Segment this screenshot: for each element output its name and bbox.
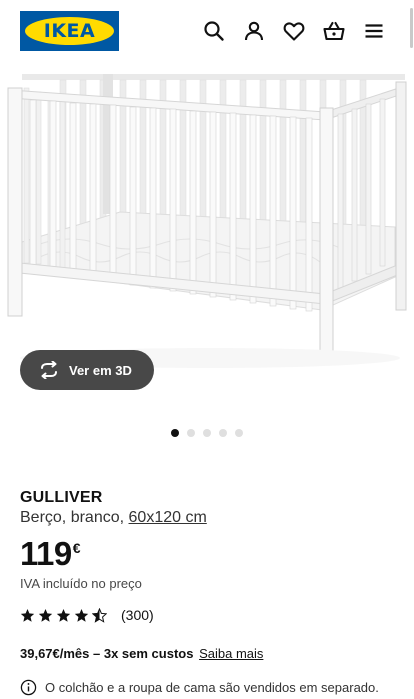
product-name: GULLIVER: [20, 489, 103, 506]
gallery-dot[interactable]: [219, 429, 227, 437]
product-rating[interactable]: (300): [20, 607, 154, 623]
financing-info: 39,67€/mês – 3x sem custos Saiba mais: [20, 646, 263, 661]
view-3d-button[interactable]: Ver em 3D: [20, 350, 154, 390]
rotate-3d-icon: [41, 361, 57, 379]
financing-text: 39,67€/mês – 3x sem custos: [20, 646, 194, 661]
user-icon[interactable]: [242, 19, 266, 43]
gallery-dot[interactable]: [171, 429, 179, 437]
gallery-dot[interactable]: [235, 429, 243, 437]
product-size-link[interactable]: 60x120 cm: [129, 509, 207, 526]
rating-stars: [20, 607, 107, 623]
product-description-text: Berço, branco,: [20, 509, 125, 526]
gallery-dot[interactable]: [187, 429, 195, 437]
gallery-dot[interactable]: [203, 429, 211, 437]
notice-text: O colchão e a roupa de cama são vendidos…: [45, 680, 379, 695]
scrollbar[interactable]: [410, 8, 413, 48]
menu-icon[interactable]: [362, 19, 386, 43]
ikea-logo[interactable]: IKEA: [20, 11, 119, 51]
search-icon[interactable]: [202, 19, 226, 43]
price-currency: €: [72, 540, 81, 556]
rating-count: (300): [121, 607, 154, 623]
product-description: Berço, branco, 60x120 cm: [20, 509, 207, 527]
view-3d-label: Ver em 3D: [69, 362, 132, 378]
mattress-notice: O colchão e a roupa de cama são vendidos…: [20, 679, 379, 696]
logo-text: IKEA: [43, 20, 96, 42]
learn-more-link[interactable]: Saiba mais: [199, 646, 263, 661]
info-icon: [20, 679, 37, 696]
product-price: 119 €: [20, 534, 81, 574]
star-full-icon: [38, 608, 53, 622]
heart-icon[interactable]: [282, 19, 306, 43]
gallery-pagination: [171, 429, 243, 437]
vat-note: IVA incluído no preço: [20, 576, 142, 591]
price-value: 119: [20, 535, 72, 572]
star-full-icon: [74, 608, 89, 622]
star-half-icon: [92, 607, 107, 623]
star-full-icon: [20, 608, 35, 622]
star-full-icon: [56, 608, 71, 622]
logo-oval: IKEA: [25, 17, 114, 45]
header: IKEA: [0, 0, 414, 62]
basket-icon[interactable]: [322, 19, 346, 43]
